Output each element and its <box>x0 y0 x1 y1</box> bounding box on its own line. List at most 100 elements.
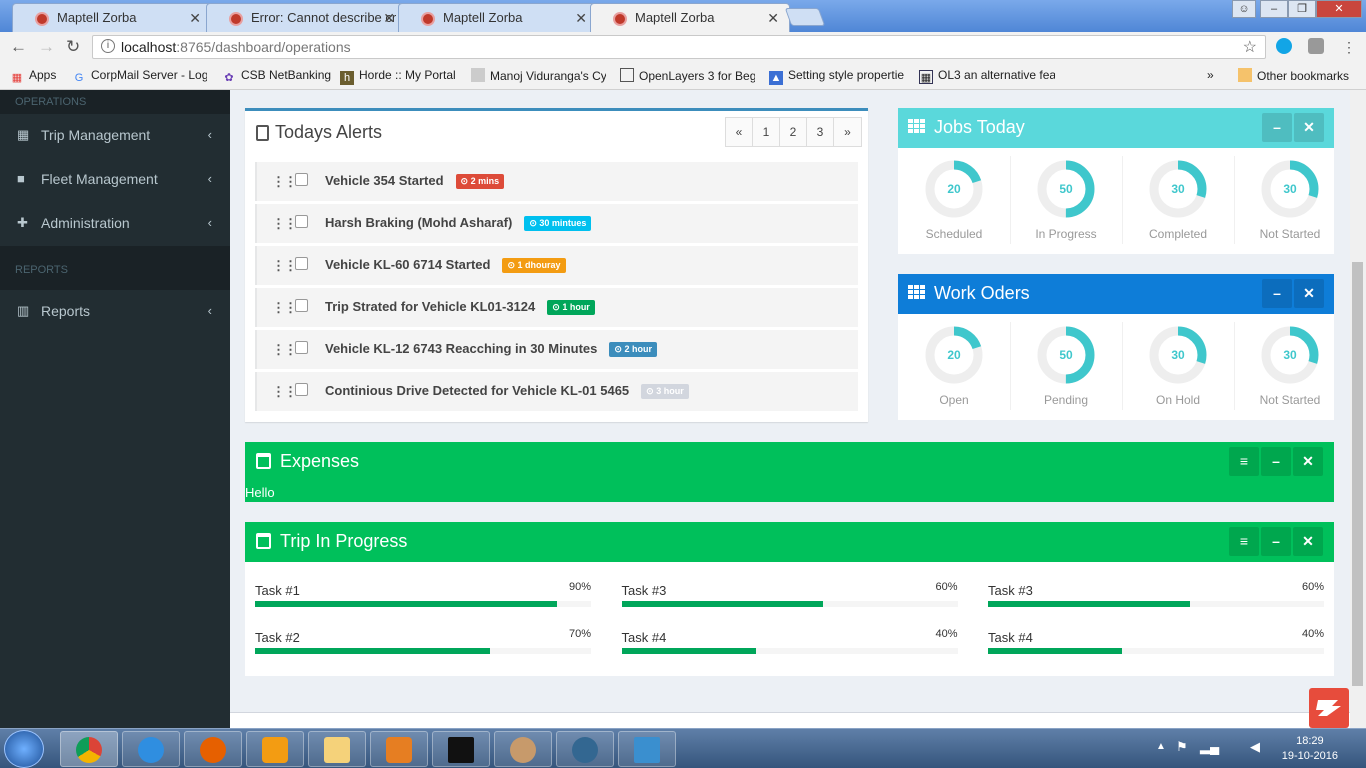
taskbar-postgres[interactable] <box>556 731 614 767</box>
taskbar-paint[interactable] <box>494 731 552 767</box>
menu-button[interactable]: ≡ <box>1229 527 1259 556</box>
close-button[interactable]: ✕ <box>1294 113 1324 142</box>
bookmark-item[interactable]: ✿ CSB NetBanking <box>222 68 331 85</box>
bookmark-apps[interactable]: ▦ Apps <box>10 68 57 85</box>
reload-icon[interactable]: ↻ <box>66 38 80 56</box>
page-scrollbar[interactable] <box>1350 90 1366 728</box>
browser-tab[interactable]: Maptell Zorba ✕ <box>12 3 212 32</box>
menu-button[interactable]: ≡ <box>1229 447 1259 476</box>
tab-title: Maptell Zorba <box>57 10 137 25</box>
flag-icon[interactable]: ⚑ <box>1176 739 1188 755</box>
alert-item[interactable]: ⋮⋮ Vehicle 354 Started ⊙ 2 mins <box>255 162 858 201</box>
bookmarks-overflow-icon[interactable]: » <box>1207 68 1214 82</box>
sidebar-item-reports[interactable]: ▥ Reports ‹ <box>0 290 230 334</box>
tray-expand-icon[interactable]: ▲ <box>1156 741 1166 752</box>
page-prev-button[interactable]: « <box>726 118 753 146</box>
alert-text: Continious Drive Detected for Vehicle KL… <box>325 383 689 399</box>
alert-checkbox[interactable] <box>295 299 308 312</box>
new-tab-button[interactable] <box>784 8 826 26</box>
minimize-button[interactable]: – <box>1260 0 1288 18</box>
alert-item[interactable]: ⋮⋮ Vehicle KL-12 6743 Reacching in 30 Min… <box>255 330 858 369</box>
drag-handle-icon[interactable]: ⋮⋮ <box>272 216 297 232</box>
alert-checkbox[interactable] <box>295 341 308 354</box>
taskbar-firefox[interactable] <box>184 731 242 767</box>
clock-date: 19-10-2016 <box>1281 750 1338 762</box>
taskbar-settings[interactable] <box>370 731 428 767</box>
task-percent: 60% <box>1301 581 1324 593</box>
drag-handle-icon[interactable]: ⋮⋮ <box>272 384 297 400</box>
divider <box>1122 322 1123 410</box>
drag-handle-icon[interactable]: ⋮⋮ <box>272 300 297 316</box>
menu-icon[interactable]: ⋮ <box>1342 38 1356 56</box>
close-tab-icon[interactable]: ✕ <box>767 10 779 27</box>
window-close-button[interactable]: ✕ <box>1316 0 1362 18</box>
grid-icon <box>908 285 926 300</box>
drag-handle-icon[interactable]: ⋮⋮ <box>272 342 297 358</box>
media-player-icon <box>262 737 288 763</box>
bookmark-site-icon: ▲ <box>769 71 783 85</box>
page-3-button[interactable]: 3 <box>807 118 834 146</box>
start-button[interactable] <box>4 730 44 768</box>
page-2-button[interactable]: 2 <box>780 118 807 146</box>
close-tab-icon[interactable]: ✕ <box>383 10 395 27</box>
close-button[interactable]: ✕ <box>1293 447 1323 476</box>
browser-tab-active[interactable]: Maptell Zorba ✕ <box>590 3 790 33</box>
alert-item[interactable]: ⋮⋮ Harsh Braking (Mohd Asharaf) ⊙ 30 mintu… <box>255 204 858 243</box>
volume-icon[interactable]: ◀ <box>1250 739 1260 755</box>
alert-item[interactable]: ⋮⋮ Trip Strated for Vehicle KL01-3124 ⊙ 1 … <box>255 288 858 327</box>
page-1-button[interactable]: 1 <box>753 118 780 146</box>
system-clock[interactable]: 18:29 19-10-2016 <box>1282 734 1338 764</box>
bookmark-item[interactable]: OpenLayers 3 for Beg <box>620 68 755 83</box>
close-tab-icon[interactable]: ✕ <box>575 10 587 27</box>
skype-icon[interactable] <box>1276 38 1292 54</box>
info-icon[interactable]: i <box>101 39 115 53</box>
collapse-button[interactable]: – <box>1262 113 1292 142</box>
pagination: « 1 2 3 » <box>725 117 862 147</box>
alert-item[interactable]: ⋮⋮ Vehicle KL-60 6714 Started ⊙ 1 dhouray <box>255 246 858 285</box>
collapse-button[interactable]: – <box>1262 279 1292 308</box>
browser-tab[interactable]: Maptell Zorba ✕ <box>398 3 598 32</box>
taskbar-cmd[interactable] <box>432 731 490 767</box>
address-input[interactable]: i localhost:8765/dashboard/operations ☆ <box>92 35 1266 59</box>
close-button[interactable]: ✕ <box>1293 527 1323 556</box>
browser-tab[interactable]: Error: Cannot describe cr ✕ <box>206 3 406 32</box>
bookmark-item[interactable]: h Horde :: My Portal <box>340 68 456 85</box>
alert-checkbox[interactable] <box>295 215 308 228</box>
page-next-button[interactable]: » <box>834 118 861 146</box>
bookmark-item[interactable]: ▲ Setting style propertie <box>769 68 905 85</box>
taskbar-media[interactable] <box>246 731 304 767</box>
sidebar-item-administration[interactable]: ✚ Administration ‹ <box>0 202 230 246</box>
taskbar-photos[interactable] <box>618 731 676 767</box>
extension-icon[interactable] <box>1308 38 1324 54</box>
back-icon[interactable]: ← <box>10 38 27 56</box>
maximize-button[interactable]: ❐ <box>1288 0 1316 18</box>
bookmark-star-icon[interactable]: ☆ <box>1243 37 1257 57</box>
close-tab-icon[interactable]: ✕ <box>189 10 201 27</box>
close-button[interactable]: ✕ <box>1294 279 1324 308</box>
drag-handle-icon[interactable]: ⋮⋮ <box>272 258 297 274</box>
bookmark-item[interactable]: Manoj Viduranga's Cy <box>471 68 606 83</box>
alert-checkbox[interactable] <box>295 383 308 396</box>
sidebar-item-trip-management[interactable]: ▦ Trip Management ‹ <box>0 114 230 158</box>
other-bookmarks[interactable]: Other bookmarks <box>1238 68 1349 83</box>
drag-handle-icon[interactable]: ⋮⋮ <box>272 174 297 190</box>
network-icon[interactable]: ▂▄ <box>1200 739 1219 755</box>
scrollbar-thumb[interactable] <box>1352 262 1363 686</box>
taskbar-ie[interactable] <box>122 731 180 767</box>
user-icon[interactable]: ☺ <box>1232 0 1256 18</box>
google-icon: G <box>74 72 84 84</box>
donut-stat: 20 Scheduled <box>898 158 1010 241</box>
forward-icon[interactable]: → <box>38 38 55 56</box>
collapse-button[interactable]: – <box>1261 527 1291 556</box>
favicon-icon <box>421 12 435 26</box>
alert-checkbox[interactable] <box>295 257 308 270</box>
chevron-left-icon: ‹ <box>207 171 212 186</box>
bookmark-item[interactable]: G CorpMail Server - Log <box>72 68 207 85</box>
taskbar-explorer[interactable] <box>308 731 366 767</box>
bookmark-item[interactable]: ▦ OL3 an alternative fea <box>919 68 1055 84</box>
alert-item[interactable]: ⋮⋮ Continious Drive Detected for Vehicle … <box>255 372 858 411</box>
collapse-button[interactable]: – <box>1261 447 1291 476</box>
taskbar-chrome[interactable] <box>60 731 118 767</box>
alert-checkbox[interactable] <box>295 173 308 186</box>
sidebar-item-fleet-management[interactable]: ■ Fleet Management ‹ <box>0 158 230 202</box>
